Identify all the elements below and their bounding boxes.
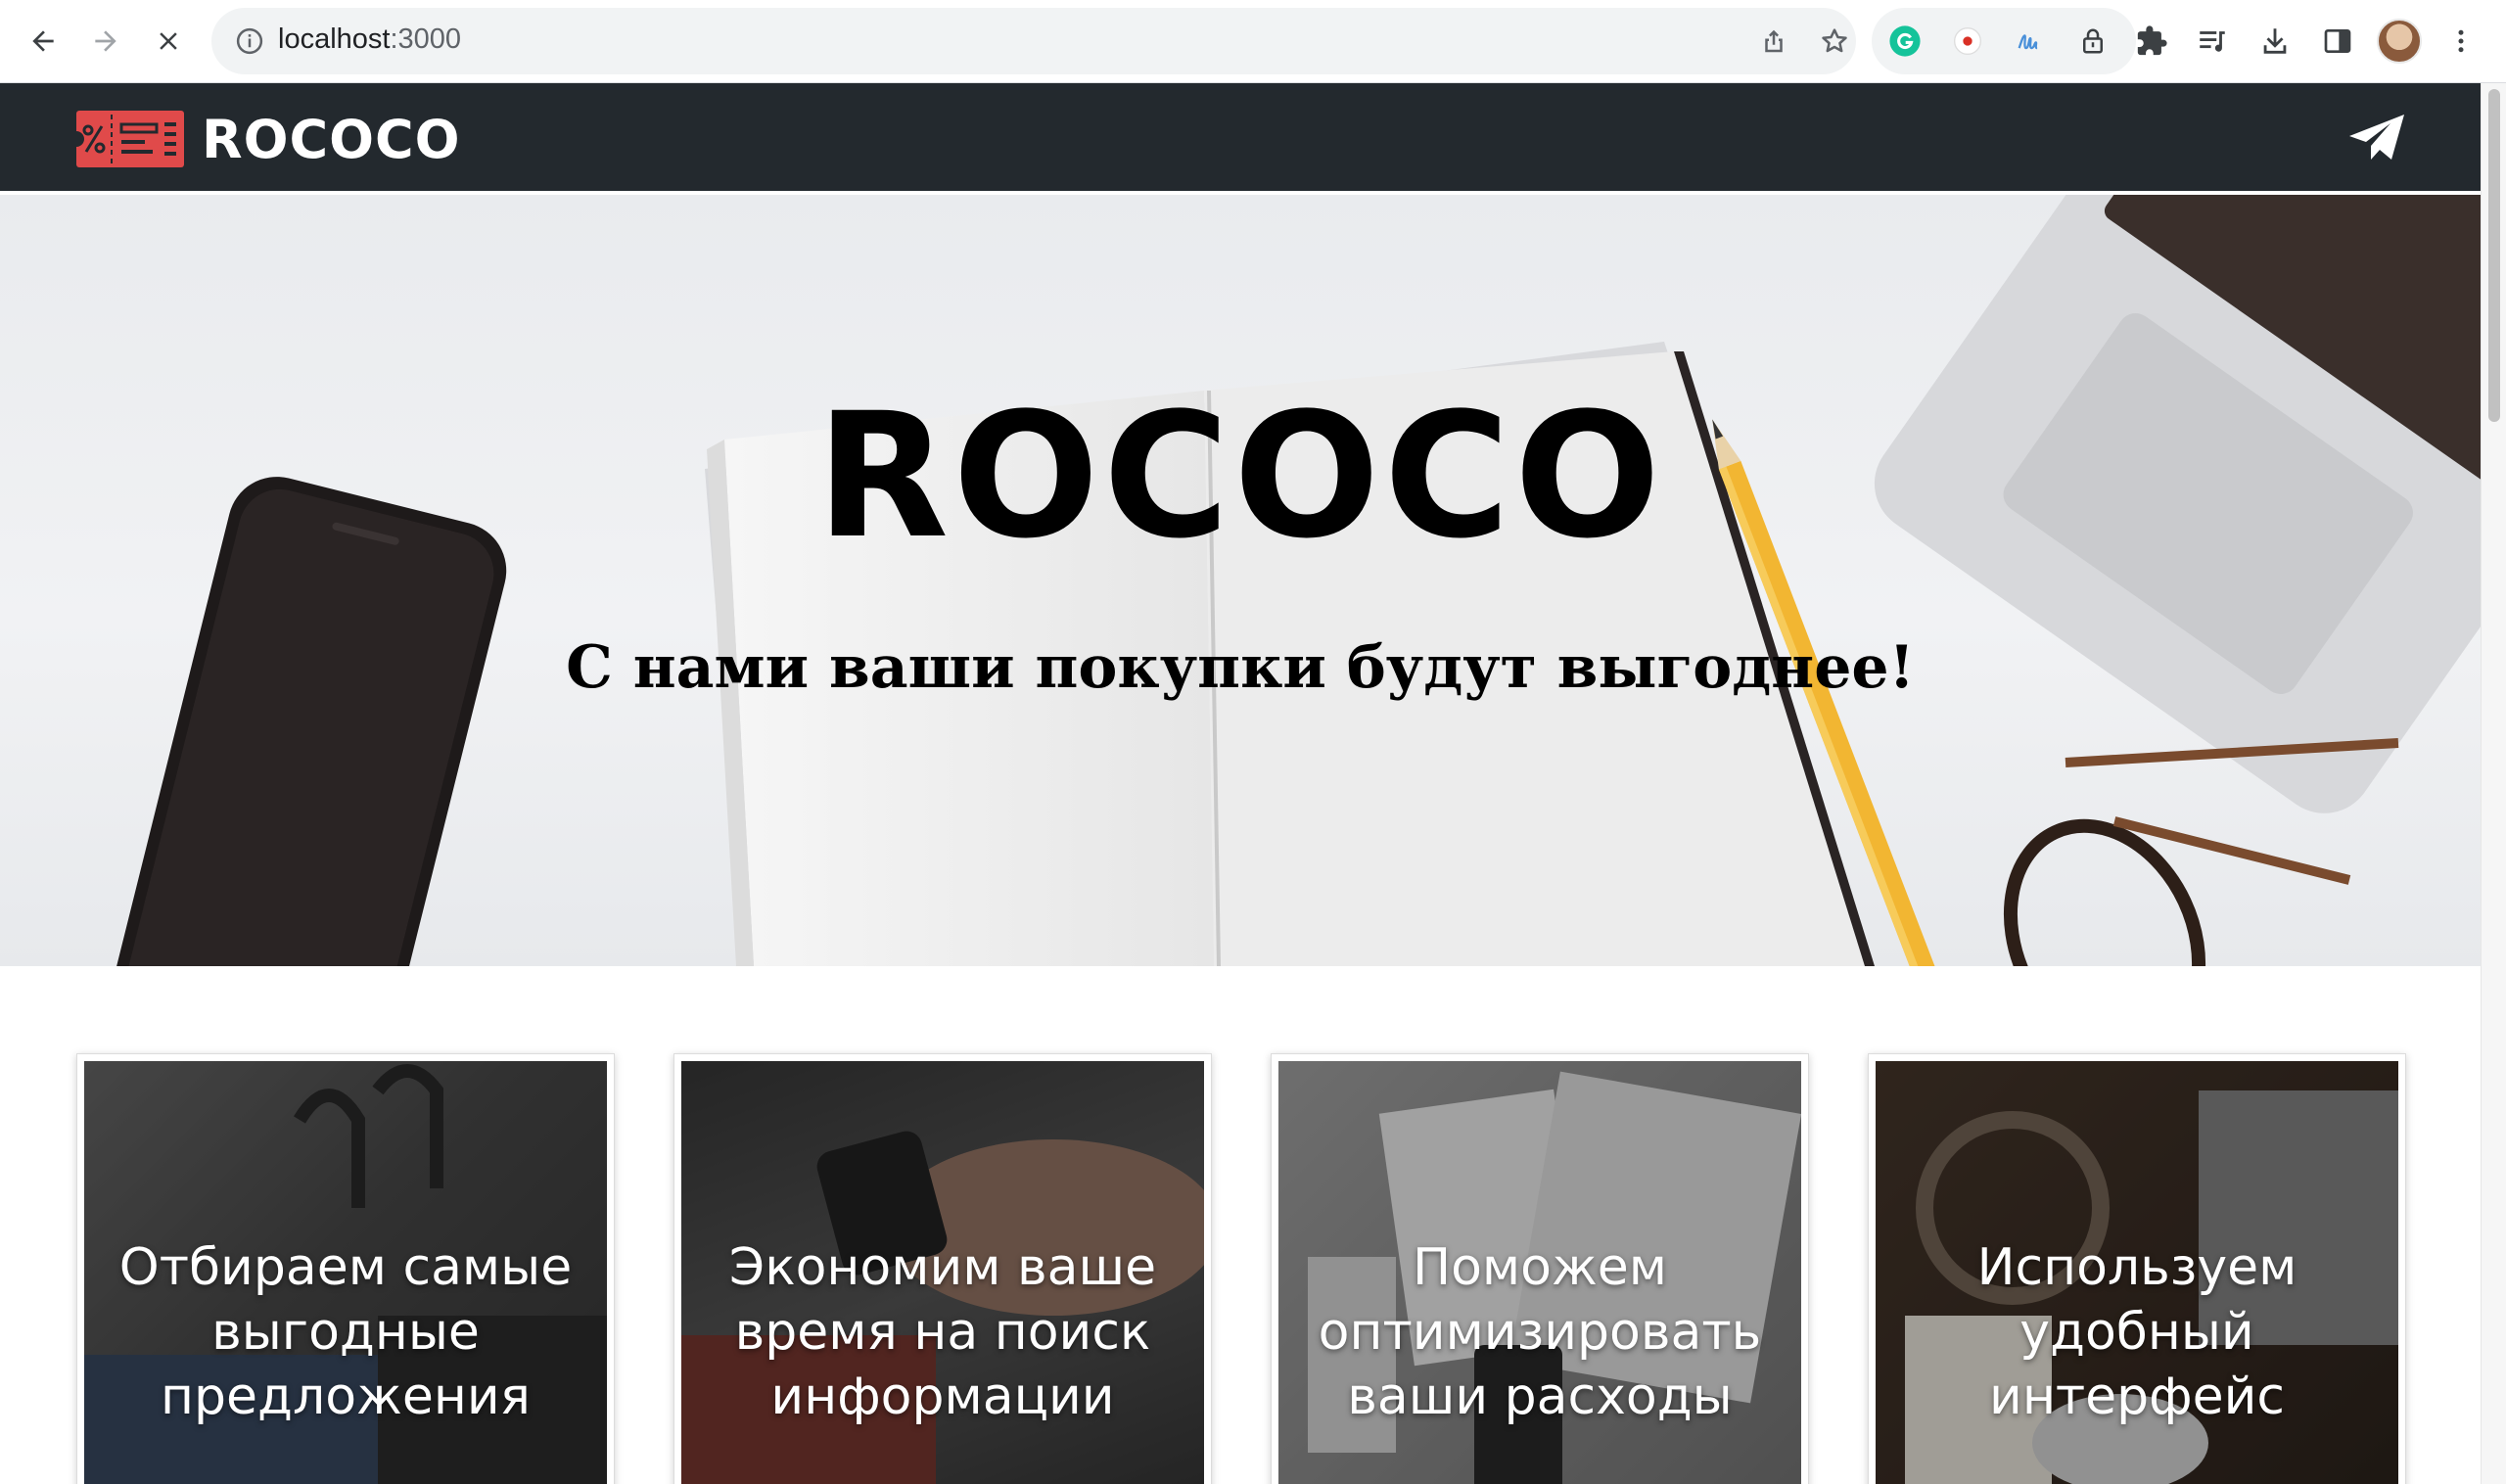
feature-card-2[interactable]: Экономим ваше время на поиск информации [673,1053,1212,1484]
reading-list-button[interactable] [2193,22,2232,61]
card-3-line-3: ваши расходы [1347,1368,1733,1426]
download-icon [2263,28,2287,54]
card-image-tax-papers: Поможем оптимизировать ваши расходы [1278,1061,1801,1484]
card-1-text: Отбираем самые выгодные предложения [84,1235,607,1429]
card-3-line-1: Поможем [1412,1238,1668,1297]
card-image-desk: Используем удобный интерфейс [1876,1061,2398,1484]
page-scrollbar[interactable] [2481,83,2506,1484]
card-4-line-1: Используем [1976,1238,2297,1297]
star-icon [1822,28,1847,53]
card-2-line-3: информации [770,1368,1115,1426]
hero-background-image [105,195,2481,966]
scrollbar-thumb[interactable] [2488,89,2500,422]
hero-banner: ROCOCO С нами ваши покупки будут выгодне… [0,195,2481,966]
lock-extension-icon [2083,28,2103,54]
forward-button[interactable] [78,14,133,69]
record-extension[interactable] [1948,22,1987,61]
hero-subtitle: С нами ваши покупки будут выгоднее! [566,633,1915,702]
reading-list-icon [2200,31,2225,52]
downloads-button[interactable] [2255,22,2295,61]
brand-name[interactable]: ROCOCO [202,109,461,170]
handwriting-icon [2018,34,2038,50]
arrow-left-icon [32,30,54,52]
puzzle-icon [2137,25,2167,56]
feature-card-4[interactable]: Используем удобный интерфейс [1868,1053,2406,1484]
back-button[interactable] [16,14,70,69]
record-icon [1954,27,1981,55]
extensions-area [1872,8,2136,74]
card-1-line-2: выгодные [211,1303,480,1362]
card-2-text: Экономим ваше время на поиск информации [681,1235,1204,1429]
card-1-line-3: предложения [161,1368,531,1426]
lock-extension[interactable] [2073,22,2112,61]
side-panel-icon [2324,29,2351,53]
handwriting-extension[interactable] [2011,22,2050,61]
address-bar[interactable]: localhost:3000 [211,8,1856,74]
card-3-line-2: оптимизировать [1318,1303,1762,1362]
bookmark-button[interactable] [1817,23,1852,59]
card-1-line-1: Отбираем самые [118,1238,573,1297]
feature-card-3[interactable]: Поможем оптимизировать ваши расходы [1271,1053,1809,1484]
url-host: localhost [278,23,391,55]
grammarly-icon [1889,25,1921,57]
url-text[interactable]: localhost:3000 [278,23,461,56]
card-4-line-2: удобный [2019,1303,2254,1362]
card-3-text: Поможем оптимизировать ваши расходы [1278,1235,1801,1429]
hero-title: ROCOCO [815,376,1665,577]
card-4-text: Используем удобный интерфейс [1876,1235,2398,1429]
telegram-plane-icon[interactable] [2347,113,2406,163]
close-icon [160,32,177,50]
browser-menu-button[interactable] [2441,22,2481,61]
stop-loading-button[interactable] [141,14,196,69]
extensions-button[interactable] [2132,22,2171,61]
card-2-line-1: Экономим ваше [728,1238,1157,1297]
grammarly-extension[interactable] [1885,22,1925,61]
info-icon[interactable] [235,26,264,56]
profile-avatar[interactable] [2377,19,2422,64]
card-image-shopping-bags: Отбираем самые выгодные предложения [84,1061,607,1484]
card-4-line-3: интерфейс [1989,1368,2285,1426]
share-button[interactable] [1756,23,1791,59]
share-icon [1765,29,1783,53]
arrow-right-icon [95,30,116,52]
coupon-logo-icon[interactable] [76,111,184,167]
side-panel-button[interactable] [2318,22,2357,61]
feature-card-1[interactable]: Отбираем самые выгодные предложения [76,1053,615,1484]
page-viewport: ROCOCO ROCOCO С нами ваши покупки будут … [0,83,2481,1484]
kebab-menu-icon [2458,29,2464,53]
browser-toolbar: localhost:3000 [0,0,2506,83]
card-image-smartwatch: Экономим ваше время на поиск информации [681,1061,1204,1484]
card-2-line-2: время на поиск [734,1303,1151,1362]
site-header: ROCOCO [0,83,2481,195]
url-port: :3000 [390,23,462,55]
